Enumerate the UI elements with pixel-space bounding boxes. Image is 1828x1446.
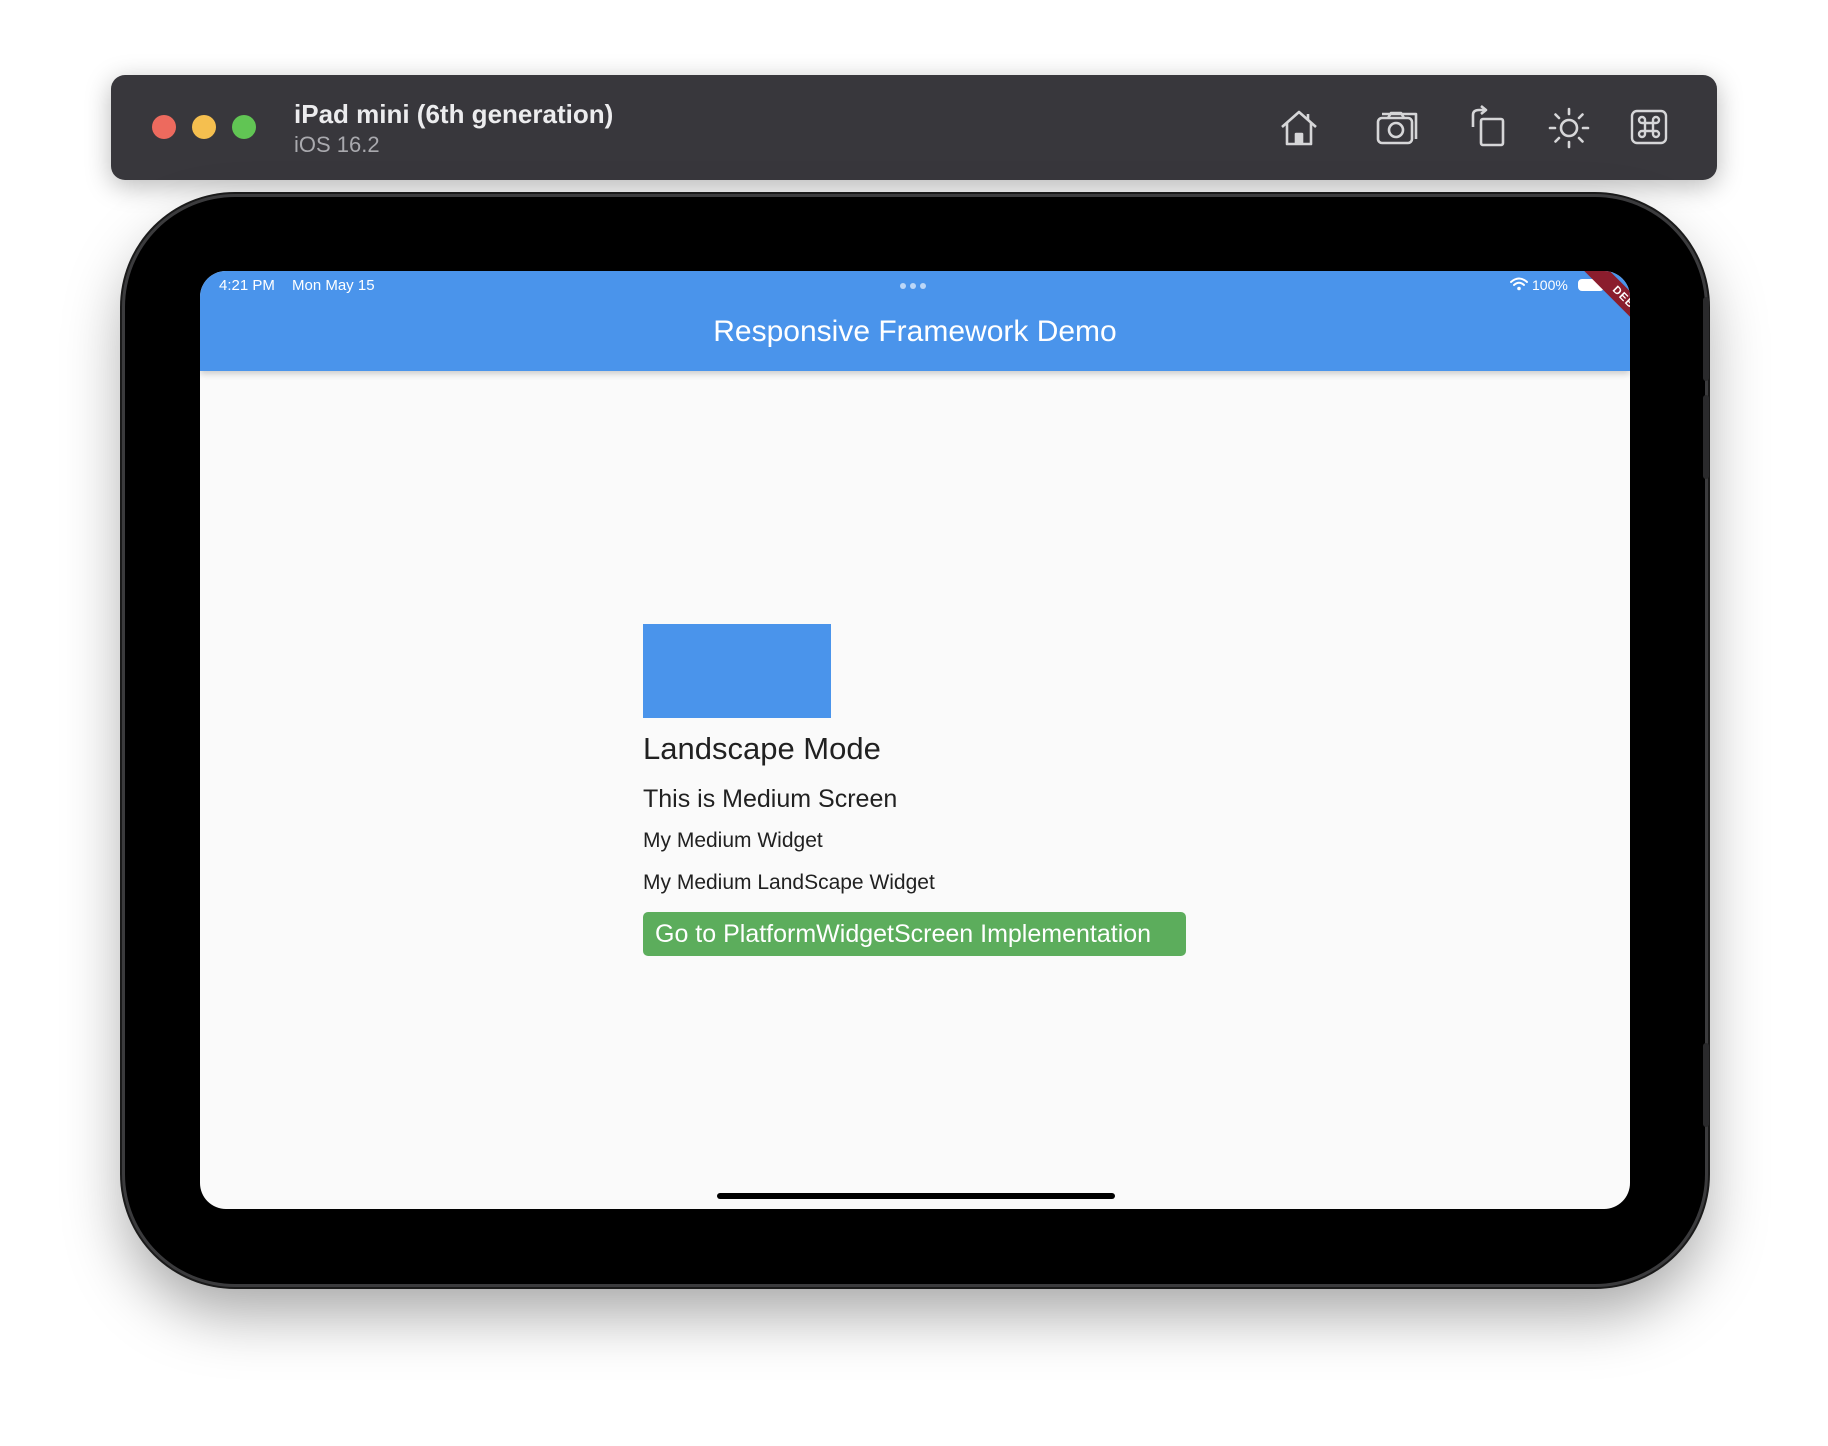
appearance-icon[interactable]: [1546, 105, 1592, 151]
minimize-window-button[interactable]: [192, 115, 216, 139]
status-time: 4:21 PM: [219, 277, 275, 294]
multitasking-dots-icon[interactable]: [900, 283, 930, 289]
home-icon[interactable]: [1276, 105, 1322, 151]
os-version: iOS 16.2: [294, 132, 380, 157]
home-indicator[interactable]: [717, 1193, 1115, 1199]
simulator-title-bar: iPad mini (6th generation) iOS 16.2: [111, 75, 1717, 180]
medium-widget-text: My Medium Widget: [643, 829, 823, 852]
volume-up-button: [1703, 297, 1709, 381]
zoom-window-button[interactable]: [232, 115, 256, 139]
device-name: iPad mini (6th generation): [294, 99, 614, 129]
platform-widget-screen-button[interactable]: Go to PlatformWidgetScreen Implementatio…: [643, 912, 1186, 956]
device-screen: 4:21 PM Mon May 15 100% Responsive Frame…: [200, 271, 1630, 1209]
wifi-icon: [1510, 277, 1528, 291]
side-button: [1703, 1043, 1709, 1127]
battery-percentage: 100%: [1532, 277, 1568, 293]
rotate-icon[interactable]: [1465, 104, 1511, 151]
screenshot-icon[interactable]: [1374, 105, 1420, 151]
command-icon[interactable]: [1627, 105, 1673, 151]
medium-landscape-widget-text: My Medium LandScape Widget: [643, 871, 935, 894]
orientation-heading: Landscape Mode: [643, 731, 881, 766]
status-date: Mon May 15: [292, 277, 375, 294]
blue-placeholder-box: [643, 624, 831, 718]
close-window-button[interactable]: [152, 115, 176, 139]
app-bar-title: Responsive Framework Demo: [713, 315, 1117, 348]
volume-down-button: [1703, 395, 1709, 479]
app-bar: 4:21 PM Mon May 15 100% Responsive Frame…: [200, 271, 1630, 371]
screen-size-text: This is Medium Screen: [643, 785, 898, 813]
